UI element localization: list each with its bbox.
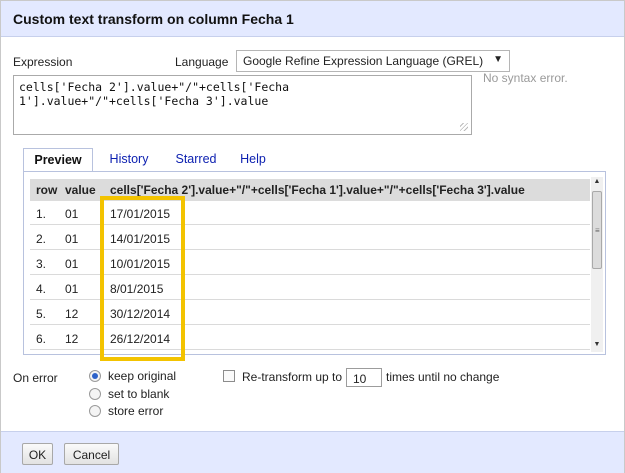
radio-unselected-icon[interactable] xyxy=(89,388,101,400)
row-number: 2. xyxy=(36,232,47,246)
tab-help[interactable]: Help xyxy=(233,148,273,172)
ok-button[interactable]: OK xyxy=(22,443,53,465)
row-number: 6. xyxy=(36,332,47,346)
on-error-label: On error xyxy=(13,371,58,385)
tab-preview[interactable]: Preview xyxy=(23,148,93,173)
preview-panel: row value cells['Fecha 2'].value+"/"+cel… xyxy=(23,171,606,355)
table-row: 1. 01 17/01/2015 xyxy=(30,201,590,225)
column-header-value: value xyxy=(65,183,96,197)
row-value: 12 xyxy=(65,332,79,346)
row-value: 01 xyxy=(65,257,79,271)
row-number: 4. xyxy=(36,282,47,296)
custom-text-transform-dialog: Custom text transform on column Fecha 1 … xyxy=(0,0,625,473)
row-value: 01 xyxy=(65,282,79,296)
resize-grip-icon[interactable] xyxy=(460,123,468,131)
radio-unselected-icon[interactable] xyxy=(89,405,101,417)
table-row: 5. 12 30/12/2014 xyxy=(30,301,590,325)
language-selected-value: Google Refine Expression Language (GREL) xyxy=(243,54,484,68)
expression-textarea[interactable]: cells['Fecha 2'].value+"/"+cells['Fecha … xyxy=(13,75,472,135)
row-result: 30/12/2014 xyxy=(110,307,171,321)
row-value: 01 xyxy=(65,207,79,221)
preview-scrollbar[interactable]: ▲ ≡ ▼ xyxy=(591,177,603,352)
row-value: 12 xyxy=(65,307,79,321)
row-result: 10/01/2015 xyxy=(110,257,171,271)
table-row: 6. 12 26/12/2014 xyxy=(30,326,590,350)
retransform-count-input[interactable]: 10 xyxy=(346,368,382,387)
radio-label: keep original xyxy=(108,369,177,383)
row-result: 17/01/2015 xyxy=(110,207,171,221)
radio-selected-icon[interactable] xyxy=(89,370,101,382)
retransform-checkbox[interactable] xyxy=(223,370,235,382)
preview-table: row value cells['Fecha 2'].value+"/"+cel… xyxy=(30,179,590,350)
row-result: 8/01/2015 xyxy=(110,282,164,296)
scrollbar-thumb[interactable]: ≡ xyxy=(592,191,602,269)
scroll-grip-icon: ≡ xyxy=(595,226,600,235)
scroll-down-arrow-icon[interactable]: ▼ xyxy=(592,341,602,351)
column-header-expression: cells['Fecha 2'].value+"/"+cells['Fecha … xyxy=(110,183,525,197)
radio-label: set to blank xyxy=(108,387,170,401)
expression-label: Expression xyxy=(13,55,73,69)
language-select[interactable]: Google Refine Expression Language (GREL)… xyxy=(236,50,510,72)
row-value: 01 xyxy=(65,232,79,246)
tab-starred[interactable]: Starred xyxy=(167,148,225,172)
syntax-status: No syntax error. xyxy=(483,71,568,85)
row-result: 26/12/2014 xyxy=(110,332,171,346)
row-result: 14/01/2015 xyxy=(110,232,171,246)
row-number: 3. xyxy=(36,257,47,271)
row-number: 1. xyxy=(36,207,47,221)
table-row: 3. 01 10/01/2015 xyxy=(30,251,590,275)
row-number: 5. xyxy=(36,307,47,321)
dialog-title[interactable]: Custom text transform on column Fecha 1 xyxy=(1,1,624,37)
radio-label: store error xyxy=(108,404,164,418)
dropdown-arrow-icon: ▼ xyxy=(493,54,503,65)
column-header-row: row xyxy=(36,183,58,197)
expression-text: cells['Fecha 2'].value+"/"+cells['Fecha … xyxy=(19,80,290,108)
language-label: Language xyxy=(175,55,229,69)
table-row: 2. 01 14/01/2015 xyxy=(30,226,590,250)
preview-table-header: row value cells['Fecha 2'].value+"/"+cel… xyxy=(30,179,590,201)
retransform-label: Re-transform up to xyxy=(242,370,343,384)
table-row: 4. 01 8/01/2015 xyxy=(30,276,590,300)
scroll-up-arrow-icon[interactable]: ▲ xyxy=(592,178,602,188)
retransform-suffix: times until no change xyxy=(386,370,500,384)
cancel-button[interactable]: Cancel xyxy=(64,443,119,465)
tab-history[interactable]: History xyxy=(101,148,157,172)
dialog-footer: OK Cancel xyxy=(1,431,624,473)
